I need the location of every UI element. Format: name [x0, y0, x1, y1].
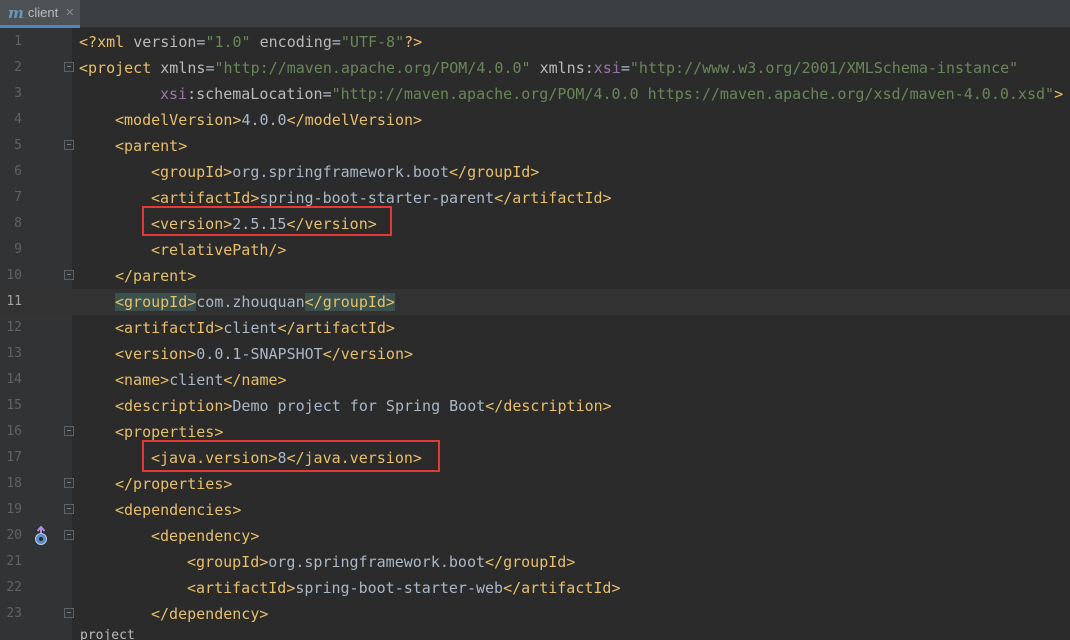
fold-toggle-icon[interactable]: [64, 140, 74, 150]
line-number: 17: [6, 450, 22, 465]
code-text: <groupId>org.springframework.boot</group…: [187, 553, 576, 571]
line-number: 16: [6, 424, 22, 439]
code-line: 1 <?xml version="1.0" encoding="UTF-8"?>: [0, 29, 1070, 55]
fold-toggle-icon[interactable]: [64, 270, 74, 280]
line-number: 5: [14, 138, 22, 153]
code-line: 18 </properties>: [0, 471, 1070, 497]
line-number: 1: [14, 34, 22, 49]
matched-close-tag: </groupId>: [304, 293, 395, 311]
fold-toggle-icon[interactable]: [64, 504, 74, 514]
code-line: 9 <relativePath/>: [0, 237, 1070, 263]
annotation-box-version: [142, 206, 392, 236]
line-number: 12: [6, 320, 22, 335]
code-line: 22 <artifactId>spring-boot-starter-web</…: [0, 575, 1070, 601]
code-line: 4 <modelVersion>4.0.0</modelVersion>: [0, 107, 1070, 133]
line-number: 10: [6, 268, 22, 283]
fold-toggle-icon[interactable]: [64, 62, 74, 72]
code-line: 12 <artifactId>client</artifactId>: [0, 315, 1070, 341]
matched-open-tag: <groupId>: [115, 293, 197, 311]
code-line: 15 <description>Demo project for Spring …: [0, 393, 1070, 419]
code-text: <?xml version="1.0" encoding="UTF-8"?>: [79, 33, 423, 51]
maven-dependency-gutter-icon[interactable]: [34, 526, 48, 546]
code-text: <parent>: [115, 137, 188, 155]
code-line: 19 <dependencies>: [0, 497, 1070, 523]
code-text: <modelVersion>4.0.0</modelVersion>: [115, 111, 423, 129]
code-text: </dependency>: [151, 605, 269, 623]
code-text: <name>client</name>: [115, 371, 287, 389]
line-number: 18: [6, 476, 22, 491]
code-line: 10 </parent>: [0, 263, 1070, 289]
editor-tab-bar: m client ✕: [0, 0, 1070, 28]
line-number: 6: [14, 164, 22, 179]
code-line: 5 <parent>: [0, 133, 1070, 159]
code-text: <groupId>com.zhouquan</groupId>: [115, 293, 395, 311]
annotation-box-java-version: [142, 440, 440, 472]
code-line: 23 </dependency>: [0, 601, 1070, 627]
code-line: 20 <dependency>: [0, 523, 1070, 549]
line-number: 15: [6, 398, 22, 413]
line-number: 4: [14, 112, 22, 127]
code-text: <relativePath/>: [151, 241, 287, 259]
code-text: <dependency>: [151, 527, 260, 545]
close-icon[interactable]: ✕: [65, 6, 74, 19]
code-line: 6 <groupId>org.springframework.boot</gro…: [0, 159, 1070, 185]
breadcrumb[interactable]: project: [80, 628, 135, 640]
line-number: 21: [6, 554, 22, 569]
current-code-line: 11 <groupId>com.zhouquan</groupId>: [0, 289, 1070, 315]
ide-window: m client ✕ 1 <?xml version="1.0" encodin…: [0, 0, 1070, 640]
code-editor[interactable]: 1 <?xml version="1.0" encoding="UTF-8"?>…: [0, 28, 1070, 640]
code-text: <dependencies>: [115, 501, 242, 519]
code-text: </properties>: [115, 475, 233, 493]
line-number: 2: [14, 60, 22, 75]
line-number: 9: [14, 242, 22, 257]
code-text: xsi:schemaLocation="http://maven.apache.…: [160, 85, 1064, 103]
line-number: 20: [6, 528, 22, 543]
fold-toggle-icon[interactable]: [64, 608, 74, 618]
tab-client[interactable]: m client ✕: [0, 0, 80, 28]
maven-icon: m: [8, 3, 24, 22]
line-number: 19: [6, 502, 22, 517]
code-line: 21 <groupId>org.springframework.boot</gr…: [0, 549, 1070, 575]
code-text: </parent>: [115, 267, 197, 285]
line-number: 7: [14, 190, 22, 205]
fold-toggle-icon[interactable]: [64, 478, 74, 488]
code-line: 3 xsi:schemaLocation="http://maven.apach…: [0, 81, 1070, 107]
line-number: 23: [6, 606, 22, 621]
code-text: <groupId>org.springframework.boot</group…: [151, 163, 540, 181]
line-number: 13: [6, 346, 22, 361]
code-text: <description>Demo project for Spring Boo…: [115, 397, 612, 415]
line-number: 3: [14, 86, 22, 101]
line-number: 11: [6, 294, 22, 309]
code-text: <project xmlns="http://maven.apache.org/…: [79, 59, 1019, 77]
code-text: <artifactId>client</artifactId>: [115, 319, 395, 337]
line-number: 14: [6, 372, 22, 387]
fold-toggle-icon[interactable]: [64, 426, 74, 436]
fold-toggle-icon[interactable]: [64, 530, 74, 540]
code-text: <artifactId>spring-boot-starter-web</art…: [187, 579, 621, 597]
code-text: <version>0.0.1-SNAPSHOT</version>: [115, 345, 414, 363]
code-line: 13 <version>0.0.1-SNAPSHOT</version>: [0, 341, 1070, 367]
code-line: 2 <project xmlns="http://maven.apache.or…: [0, 55, 1070, 81]
line-number: 22: [6, 580, 22, 595]
line-number: 8: [14, 216, 22, 231]
code-line: 14 <name>client</name>: [0, 367, 1070, 393]
tab-label: client: [27, 5, 59, 20]
